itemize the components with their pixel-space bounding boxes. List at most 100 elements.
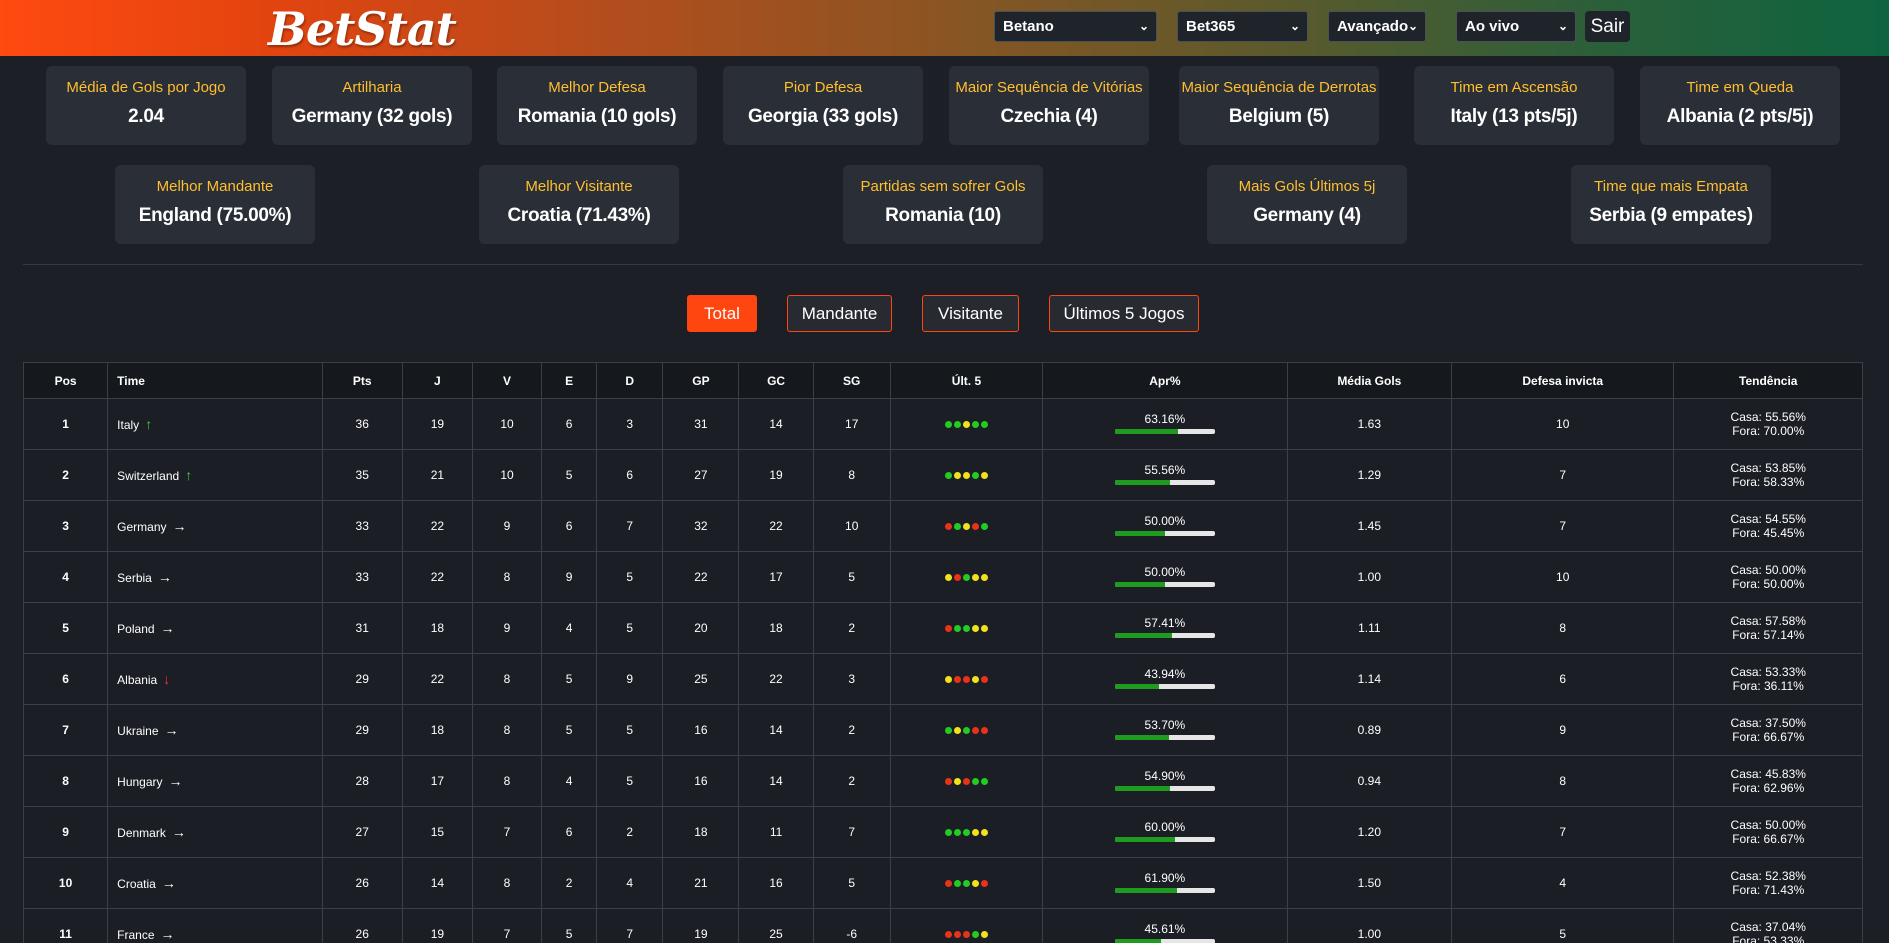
losses-cell: 9 (596, 653, 664, 705)
table-row[interactable]: 11 France → 26 19 7 5 7 19 25 -6 45.61% 1.00 5 Casa: 3… (22, 908, 1863, 943)
trend-cell: Casa: 50.00% Fora: 50.00% (1673, 551, 1863, 603)
team-name[interactable]: France (117, 928, 154, 942)
last5-cell (889, 806, 1044, 858)
chevron-down-icon: ⌄ (1289, 19, 1300, 33)
draw-dot (971, 829, 979, 837)
team-cell: Ukraine → (107, 704, 323, 756)
logo[interactable]: BetStat (268, 2, 457, 56)
apr-cell: 60.00% (1042, 806, 1288, 858)
table-row[interactable]: 2 Switzerland ↑ 35 21 10 5 6 27 19 8 55.56% 1.29 7 Cas… (22, 449, 1863, 501)
col-header-goal-diff[interactable]: SG (812, 362, 891, 399)
table-body: 1 Italy ↑ 36 19 10 6 3 31 14 17 63.16% 1.63 10 Casa: 5… (22, 398, 1863, 943)
col-header-clean-sheets[interactable]: Defesa invicta (1450, 362, 1675, 399)
losses-cell: 5 (596, 755, 664, 807)
pts-cell: 27 (321, 806, 403, 858)
team-name[interactable]: Hungary (117, 775, 162, 789)
col-header-pos[interactable]: Pos (22, 362, 109, 399)
wins-cell: 9 (471, 500, 543, 552)
select-value: Avançado (1337, 18, 1409, 35)
table-row[interactable]: 1 Italy ↑ 36 19 10 6 3 31 14 17 63.16% 1.63 10 Casa: 5… (22, 398, 1863, 450)
win-dot (953, 880, 961, 888)
table-row[interactable]: 4 Serbia → 33 22 8 9 5 22 17 5 50.00% 1.00 10 Casa: 50… (22, 551, 1863, 603)
tab-home[interactable]: Mandante (787, 295, 892, 332)
away-rate: Fora: 57.14% (1732, 628, 1805, 642)
losses-cell: 5 (596, 704, 664, 756)
col-header-avg-goals[interactable]: Média Gols (1286, 362, 1453, 399)
stat-card-loss-streak: Maior Sequência de Derrotas Belgium (5) (1179, 66, 1379, 145)
col-header-losses[interactable]: D (596, 362, 664, 399)
games-cell: 15 (401, 806, 473, 858)
arrow-up-icon: ↑ (185, 467, 193, 483)
games-cell: 19 (401, 398, 473, 450)
stat-label: Artilharia (342, 79, 402, 96)
loss-dot (980, 727, 988, 735)
tab-last5[interactable]: Últimos 5 Jogos (1049, 295, 1199, 332)
last5-dots (944, 778, 988, 786)
logout-button[interactable]: Sair (1585, 11, 1630, 42)
col-header-goals-against[interactable]: GC (738, 362, 814, 399)
table-row[interactable]: 7 Ukraine → 29 18 8 5 5 16 14 2 53.70% 0.89 9 Casa: 37… (22, 704, 1863, 756)
stat-card-most-goals-last5: Mais Gols Últimos 5j Germany (4) (1207, 165, 1407, 244)
last5-dots (944, 931, 988, 939)
tab-away[interactable]: Visitante (922, 295, 1019, 332)
mode-select[interactable]: Avançado ⌄ (1328, 11, 1426, 42)
clean-sheets-cell: 8 (1450, 755, 1675, 807)
team-name[interactable]: Germany (117, 520, 166, 534)
stat-label: Mais Gols Últimos 5j (1238, 178, 1376, 195)
stat-card-best-away: Melhor Visitante Croatia (71.43%) (479, 165, 679, 244)
pts-cell: 36 (321, 398, 403, 450)
avg-goals-cell: 1.45 (1286, 500, 1453, 552)
arrow-right-icon: → (160, 926, 175, 942)
team-name[interactable]: Denmark (117, 826, 166, 840)
loss-dot (944, 625, 952, 633)
win-dot (962, 574, 970, 582)
stat-card-clean-sheets: Partidas sem sofrer Gols Romania (10) (843, 165, 1043, 244)
table-row[interactable]: 3 Germany → 33 22 9 6 7 32 22 10 50.00% 1.45 7 Casa: 5… (22, 500, 1863, 552)
apr-progress-bar (1114, 683, 1215, 689)
col-header-wins[interactable]: V (471, 362, 543, 399)
team-name[interactable]: Albania (117, 673, 157, 687)
stat-value: Croatia (71.43%) (507, 205, 651, 226)
col-header-apr[interactable]: Apr% (1042, 362, 1288, 399)
col-header-goals-for[interactable]: GP (662, 362, 740, 399)
trend-cell: Casa: 45.83% Fora: 62.96% (1673, 755, 1863, 807)
draw-dot (971, 676, 979, 684)
clean-sheets-cell: 6 (1450, 653, 1675, 705)
away-rate: Fora: 66.67% (1732, 832, 1805, 846)
col-header-trend[interactable]: Tendência (1673, 362, 1863, 399)
live-select[interactable]: Ao vivo ⌄ (1456, 11, 1576, 42)
col-header-pts[interactable]: Pts (321, 362, 403, 399)
bookmaker-select-2[interactable]: Bet365 ⌄ (1177, 11, 1308, 42)
goals-against-cell: 22 (738, 500, 814, 552)
team-name[interactable]: Italy (117, 418, 139, 432)
team-cell: Denmark → (107, 806, 323, 858)
col-header-draws[interactable]: E (541, 362, 598, 399)
table-row[interactable]: 10 Croatia → 26 14 8 2 4 21 16 5 61.90% 1.50 4 Casa: 5… (22, 857, 1863, 909)
goals-for-cell: 31 (662, 398, 740, 450)
table-row[interactable]: 8 Hungary → 28 17 8 4 5 16 14 2 54.90% 0.94 8 Casa: 45… (22, 755, 1863, 807)
team-name[interactable]: Poland (117, 622, 154, 636)
tab-total[interactable]: Total (687, 295, 757, 332)
team-name[interactable]: Serbia (117, 571, 152, 585)
away-rate: Fora: 70.00% (1732, 424, 1805, 438)
table-row[interactable]: 5 Poland → 31 18 9 4 5 20 18 2 57.41% 1.11 8 Casa: 57.… (22, 602, 1863, 654)
home-rate: Casa: 37.04% (1730, 920, 1806, 934)
bookmaker-select-1[interactable]: Betano ⌄ (994, 11, 1157, 42)
pos-cell: 9 (22, 806, 109, 858)
col-header-games[interactable]: J (401, 362, 473, 399)
goals-against-cell: 25 (738, 908, 814, 943)
team-cell: Serbia → (107, 551, 323, 603)
draw-dot (971, 574, 979, 582)
table-row[interactable]: 6 Albania ↓ 29 22 8 5 9 25 22 3 43.94% 1.14 6 Casa: 53… (22, 653, 1863, 705)
team-name[interactable]: Ukraine (117, 724, 158, 738)
team-name[interactable]: Switzerland (117, 469, 179, 483)
pts-cell: 29 (321, 704, 403, 756)
away-rate: Fora: 62.96% (1732, 781, 1805, 795)
col-header-last5[interactable]: Últ. 5 (889, 362, 1044, 399)
table-row[interactable]: 9 Denmark → 27 15 7 6 2 18 11 7 60.00% 1.20 7 Casa: 50… (22, 806, 1863, 858)
col-header-team[interactable]: Time (107, 362, 323, 399)
draw-dot (980, 931, 988, 939)
team-name[interactable]: Croatia (117, 877, 156, 891)
apr-progress-fill (1114, 428, 1179, 434)
away-rate: Fora: 45.45% (1732, 526, 1805, 540)
